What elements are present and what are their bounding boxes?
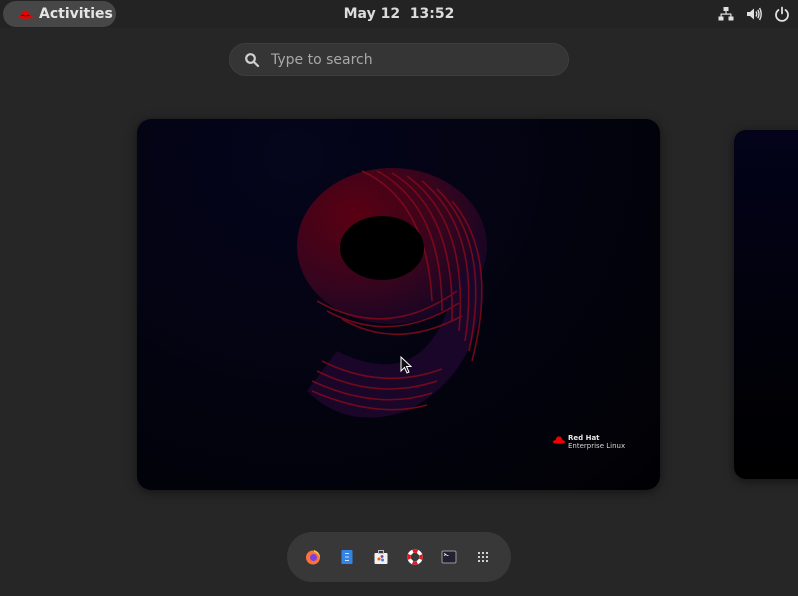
search-bar[interactable] (229, 43, 569, 76)
redhat-logo-icon (552, 435, 566, 444)
system-tray[interactable] (718, 0, 790, 28)
brand-name: Red Hat (568, 434, 600, 442)
redhat-enterprise-linux-logo: Red Hat Enterprise Linux (552, 434, 625, 450)
top-bar: Activities May 12 13:52 (0, 0, 798, 28)
firefox-icon[interactable] (305, 549, 321, 565)
app-grid-icon[interactable] (475, 549, 491, 565)
wallpaper-nine-graphic (297, 168, 487, 418)
workspace-thumbnail-current[interactable]: Red Hat Enterprise Linux (137, 119, 660, 490)
workspace-thumbnail-next[interactable] (734, 130, 798, 479)
dash (287, 532, 511, 582)
activities-button[interactable]: Activities (3, 1, 116, 27)
search-input[interactable] (271, 51, 551, 68)
search-icon (245, 52, 260, 67)
redhat-logo-icon (18, 10, 33, 19)
activities-label: Activities (39, 6, 113, 22)
mouse-pointer-icon (400, 356, 412, 374)
network-wired-icon[interactable] (718, 6, 734, 22)
brand-product: Enterprise Linux (568, 442, 626, 450)
help-lifebuoy-icon[interactable] (407, 549, 423, 565)
power-icon[interactable] (774, 6, 790, 22)
clock-date-time[interactable]: May 12 13:52 (336, 6, 463, 22)
terminal-icon[interactable] (441, 549, 457, 565)
volume-icon[interactable] (746, 6, 762, 22)
text-editor-icon[interactable] (339, 549, 355, 565)
software-store-icon[interactable] (373, 549, 389, 565)
